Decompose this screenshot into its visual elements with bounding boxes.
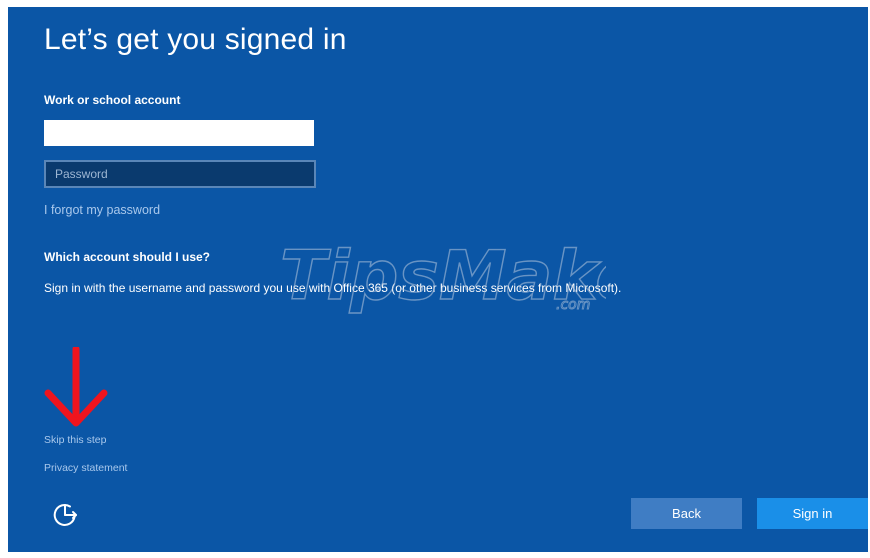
forgot-password-link[interactable]: I forgot my password xyxy=(44,203,160,217)
account-field-label: Work or school account xyxy=(44,93,181,107)
back-button[interactable]: Back xyxy=(631,498,742,529)
sign-in-button[interactable]: Sign in xyxy=(757,498,868,529)
ease-of-access-icon[interactable] xyxy=(49,498,81,530)
help-text: Sign in with the username and password y… xyxy=(44,281,622,295)
help-heading: Which account should I use? xyxy=(44,250,211,264)
red-arrow-down-icon xyxy=(44,347,108,427)
signin-screen: Let’s get you signed in Work or school a… xyxy=(8,7,868,552)
account-input[interactable] xyxy=(44,120,314,146)
watermark-main-text: TipsMake xyxy=(280,237,606,316)
page-title: Let’s get you signed in xyxy=(44,23,347,56)
skip-step-link[interactable]: Skip this step xyxy=(44,434,106,446)
password-input[interactable] xyxy=(44,160,316,188)
tipsmake-watermark: TipsMake .com xyxy=(279,236,606,316)
watermark-sub-text: .com xyxy=(556,297,590,313)
privacy-statement-link[interactable]: Privacy statement xyxy=(44,462,127,474)
